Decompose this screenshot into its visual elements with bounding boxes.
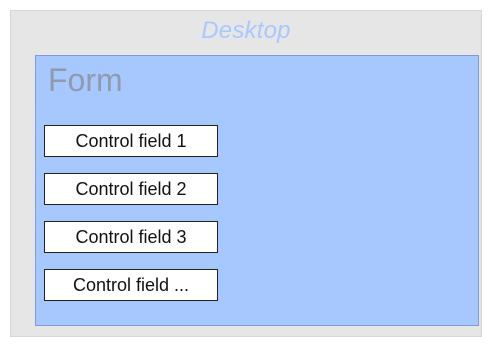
- form-title: Form: [48, 62, 123, 98]
- desktop-title: Desktop: [201, 17, 291, 44]
- control-field-more[interactable]: Control field ...: [44, 269, 218, 301]
- form-panel: Form Control field 1 Control field 2 Con…: [35, 55, 479, 326]
- control-field-3[interactable]: Control field 3: [44, 221, 218, 253]
- control-field-2[interactable]: Control field 2: [44, 173, 218, 205]
- control-field-1[interactable]: Control field 1: [44, 125, 218, 157]
- control-fields-list: Control field 1 Control field 2 Control …: [44, 125, 218, 317]
- desktop-window: Desktop Form Control field 1 Control fie…: [10, 10, 482, 337]
